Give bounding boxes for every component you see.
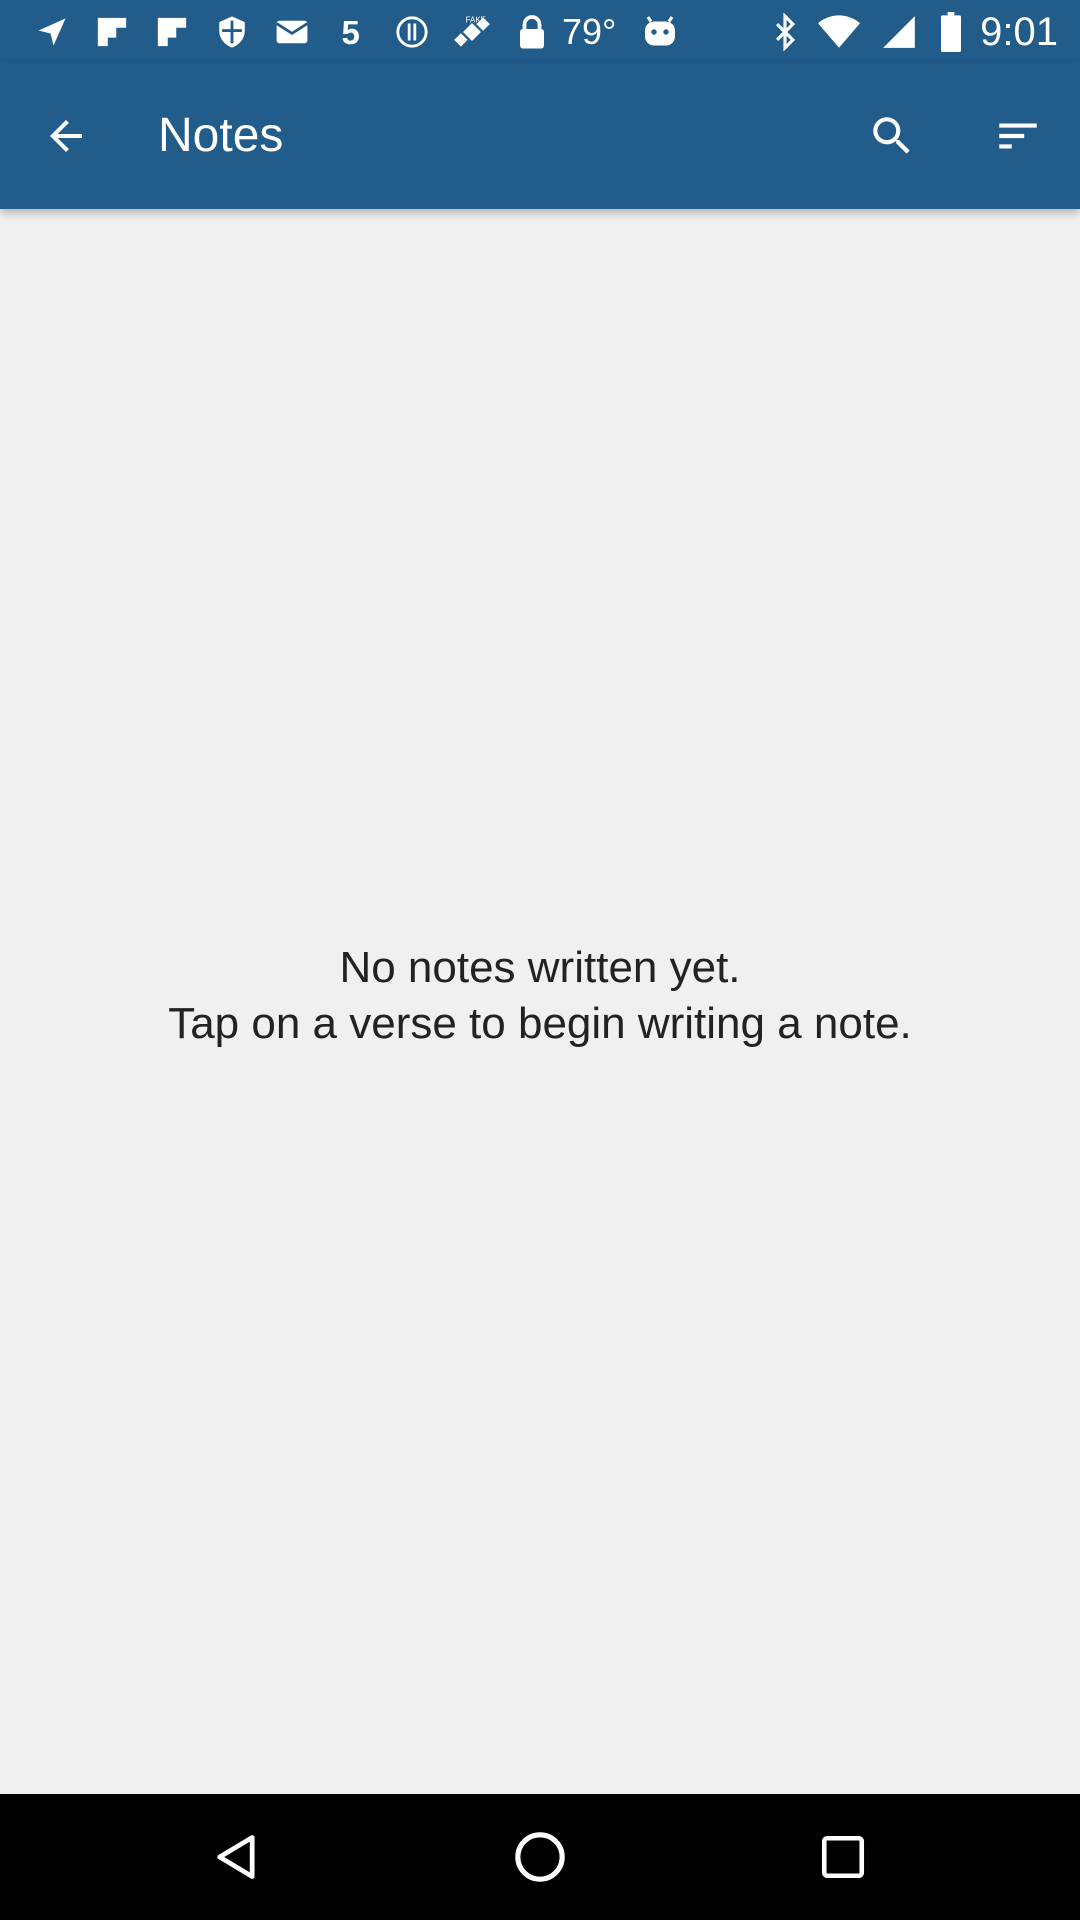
app-bar: Notes — [0, 63, 1080, 209]
wifi-icon — [816, 8, 862, 56]
sort-button[interactable] — [986, 104, 1050, 168]
nav-home-icon — [515, 1832, 565, 1882]
svg-text:FAKE: FAKE — [466, 16, 486, 25]
status-bar-left: 5 FAKE 79° — [22, 8, 690, 56]
bluetooth-icon — [768, 8, 802, 56]
temperature-text: 79° — [562, 11, 617, 52]
lock-icon — [502, 8, 562, 56]
navigation-icon — [22, 8, 82, 56]
empty-state-line-1: No notes written yet. — [339, 943, 741, 992]
hd-icon — [382, 8, 442, 56]
battery-icon — [936, 8, 966, 56]
arrow-back-icon — [50, 120, 82, 152]
nav-recents-icon — [821, 1835, 865, 1879]
mail-icon — [262, 8, 322, 56]
navigation-bar — [0, 1794, 1080, 1920]
flipboard-icon — [82, 8, 142, 56]
search-button[interactable] — [860, 104, 924, 168]
sort-icon — [999, 123, 1037, 149]
status-bar: 5 FAKE 79° 9:01 — [0, 0, 1080, 63]
flipboard-icon — [142, 8, 202, 56]
signal-icon — [876, 8, 922, 56]
nav-recents-button[interactable] — [807, 1821, 879, 1893]
search-icon — [873, 117, 910, 154]
android-icon — [630, 8, 690, 56]
clock-time: 9:01 — [980, 9, 1058, 54]
back-button[interactable] — [34, 104, 98, 168]
nav-back-icon — [217, 1835, 255, 1879]
empty-state-message: No notes written yet. Tap on a verse to … — [0, 940, 1080, 1052]
nav-back-button[interactable] — [201, 1821, 273, 1893]
shield-icon — [202, 8, 262, 56]
page-title: Notes — [158, 109, 284, 162]
status-bar-right: 9:01 — [768, 8, 1058, 56]
svg-text:5: 5 — [342, 14, 360, 50]
nav-home-button[interactable] — [504, 1821, 576, 1893]
satellite-fake-icon: FAKE — [442, 8, 502, 56]
five-icon: 5 — [322, 8, 382, 56]
empty-state-line-2: Tap on a verse to begin writing a note. — [168, 999, 912, 1048]
